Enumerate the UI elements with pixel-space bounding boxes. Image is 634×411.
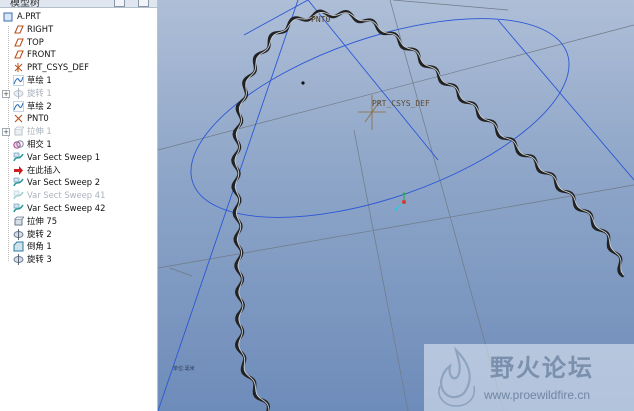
tree-settings-button[interactable] (114, 0, 125, 7)
tree-item[interactable]: RIGHT (0, 23, 157, 36)
model-tree-header: 模型树 (0, 0, 157, 8)
tree-item[interactable]: 旋转 3 (0, 253, 157, 266)
sweep-icon (13, 203, 24, 214)
sketch-icon (13, 75, 24, 86)
sweep-icon (13, 177, 24, 188)
watermark-title: 野火论坛 (490, 354, 594, 382)
tree-item-label: Var Sect Sweep 42 (27, 203, 106, 213)
tree-item-label: FRONT (27, 49, 56, 60)
csys-label: PRT_CSYS_DEF (372, 99, 430, 108)
tree-item-label: 旋转 2 (27, 228, 52, 239)
tree-item-label: 草绘 2 (27, 100, 52, 111)
sketch-icon (13, 100, 24, 112)
tree-item-label: RIGHT (27, 23, 54, 34)
unit-label: 单位:毫米 (173, 365, 195, 372)
tree-item[interactable]: A.PRT (0, 10, 157, 23)
tree-item[interactable]: Var Sect Sweep 41 (0, 189, 157, 202)
tree-item[interactable]: 在此插入 (0, 164, 157, 177)
tree-item-label: 旋转 1 (27, 87, 52, 98)
datum-point-icon (13, 113, 24, 124)
tree-item[interactable]: 草绘 2 (0, 100, 157, 113)
tree-item-label: Var Sect Sweep 41 (27, 190, 106, 201)
revolve-icon (13, 228, 24, 240)
tree-item[interactable]: 旋转 2 (0, 228, 157, 241)
datum-plane-icon (13, 37, 24, 48)
tree-item-label: 旋转 3 (27, 254, 52, 265)
tree-item[interactable]: Var Sect Sweep 1 (0, 151, 157, 164)
tree-item-label: Var Sect Sweep 1 (27, 151, 101, 162)
tree-item-label: TOP (27, 36, 44, 47)
expand-toggle-icon[interactable]: + (2, 89, 10, 98)
tree-item[interactable]: FRONT (0, 48, 157, 61)
extrude-icon (13, 216, 25, 227)
chamfer-icon (13, 241, 24, 252)
tree-item-label: Var Sect Sweep 2 (27, 177, 101, 188)
tree-item-label: 在此插入 (27, 164, 61, 175)
sweep-icon (13, 152, 24, 163)
tree-item[interactable]: 倒角 1 (0, 240, 157, 253)
tree-item[interactable]: Var Sect Sweep 42 (0, 202, 157, 215)
tree-item-label: PNT0 (27, 113, 49, 124)
flame-logo-icon (438, 346, 476, 407)
tree-item-label: 倒角 1 (27, 241, 52, 252)
tree-item-label: 草绘 1 (27, 75, 52, 85)
tree-item[interactable]: 相交 1 (0, 138, 157, 151)
datum-plane-icon (13, 24, 24, 35)
tree-columns-button[interactable] (138, 0, 149, 7)
tree-item-label: PRT_CSYS_DEF (27, 62, 89, 73)
point-label: PNT0 (311, 15, 330, 24)
part-icon (3, 11, 14, 22)
expand-toggle-icon[interactable]: + (2, 128, 10, 137)
tree-item[interactable]: + 拉伸 1 (0, 125, 157, 138)
tree-item[interactable]: TOP (0, 36, 157, 49)
coordinate-system-icon (13, 62, 24, 73)
watermark-url: www.proewildfire.cn (484, 388, 591, 402)
intersect-icon (13, 139, 24, 150)
model-tree-panel: 模型树 A.PRT RIGHT TOP FRONT PRT_CSYS_DEF 草绘 1 + 旋… (0, 0, 158, 411)
tree-item-label: 拉伸 75 (27, 215, 58, 226)
sweep-icon (13, 190, 24, 201)
tree-item[interactable]: PRT_CSYS_DEF (0, 61, 157, 74)
tree-item-label: A.PRT (17, 11, 41, 21)
tree-item[interactable]: PNT0 (0, 112, 157, 125)
revolve-icon (13, 87, 24, 99)
tree-item-label: 拉伸 1 (27, 126, 52, 137)
tree-item[interactable]: 拉伸 75 (0, 215, 157, 228)
revolve-icon (13, 254, 24, 266)
extrude-icon (13, 126, 25, 137)
datum-point[interactable] (301, 81, 305, 85)
datum-plane-icon (13, 49, 24, 60)
tree-item-label: 相交 1 (27, 139, 52, 149)
forum-watermark: 野火论坛 www.proewildfire.cn (424, 344, 634, 411)
tree-item[interactable]: Var Sect Sweep 2 (0, 176, 157, 189)
tree-item[interactable]: + 旋转 1 (0, 87, 157, 100)
model-tree-title: 模型树 (10, 0, 40, 8)
tree-item[interactable]: 草绘 1 (0, 74, 157, 87)
insert-here-arrow-icon (13, 165, 24, 176)
